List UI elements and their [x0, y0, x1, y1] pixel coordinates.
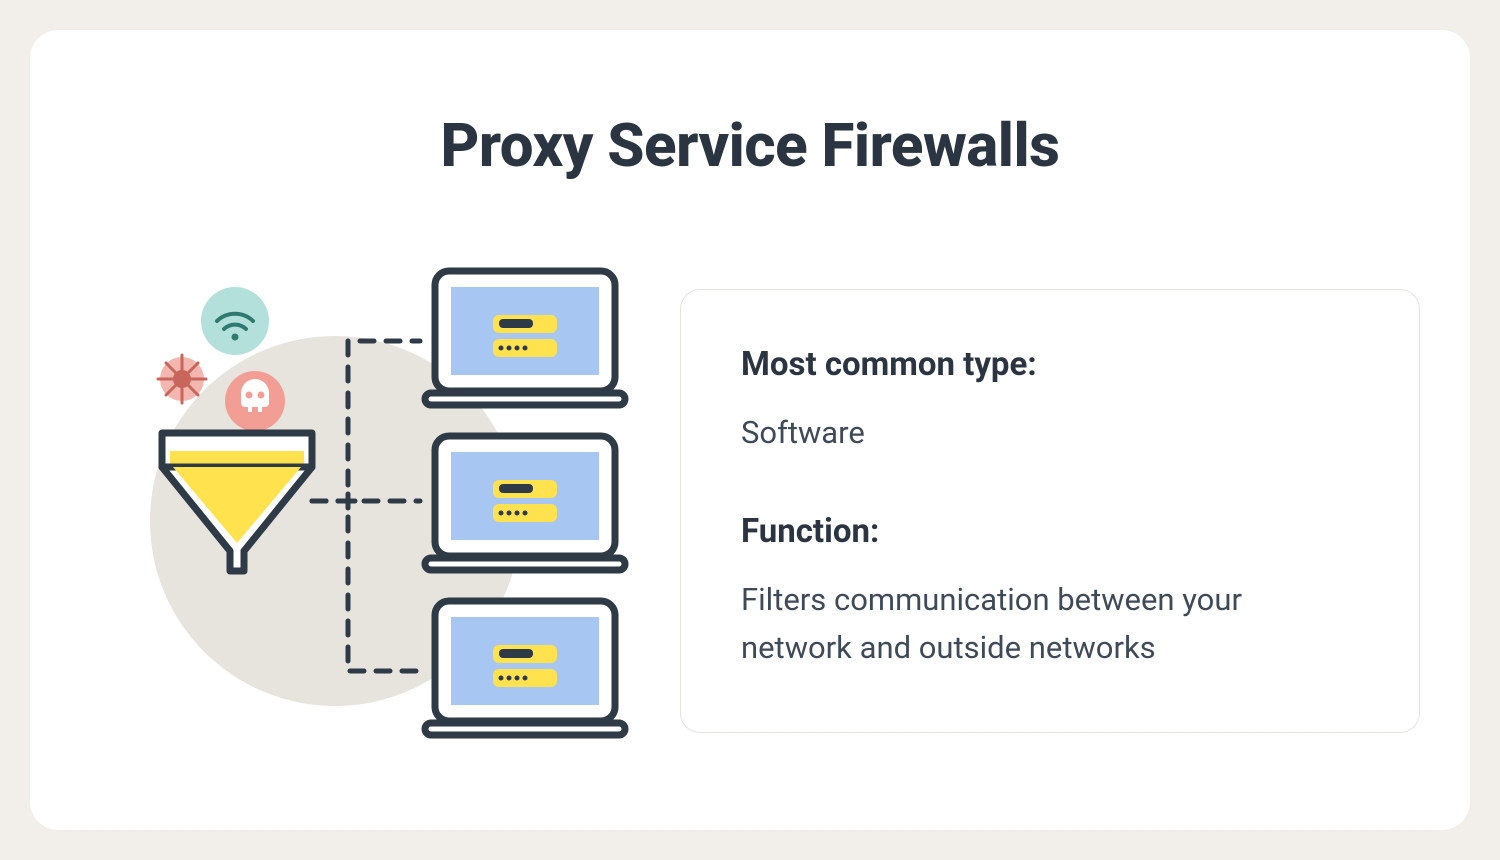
type-value: Software — [741, 409, 1359, 457]
function-value: Filters communication between your netwo… — [741, 576, 1359, 672]
laptop-icon — [425, 601, 625, 735]
card-body: Most common type: Software Function: Fil… — [80, 251, 1420, 771]
laptop-icon — [425, 271, 625, 405]
laptop-icon — [425, 436, 625, 570]
type-label: Most common type: — [741, 345, 1359, 384]
info-panel: Most common type: Software Function: Fil… — [680, 289, 1420, 733]
skull-icon — [225, 371, 285, 431]
wifi-icon — [201, 287, 269, 355]
illustration — [80, 251, 640, 771]
info-card: Proxy Service Firewalls — [30, 30, 1470, 830]
function-label: Function: — [741, 512, 1359, 551]
virus-icon — [158, 355, 206, 403]
card-title: Proxy Service Firewalls — [80, 110, 1420, 181]
